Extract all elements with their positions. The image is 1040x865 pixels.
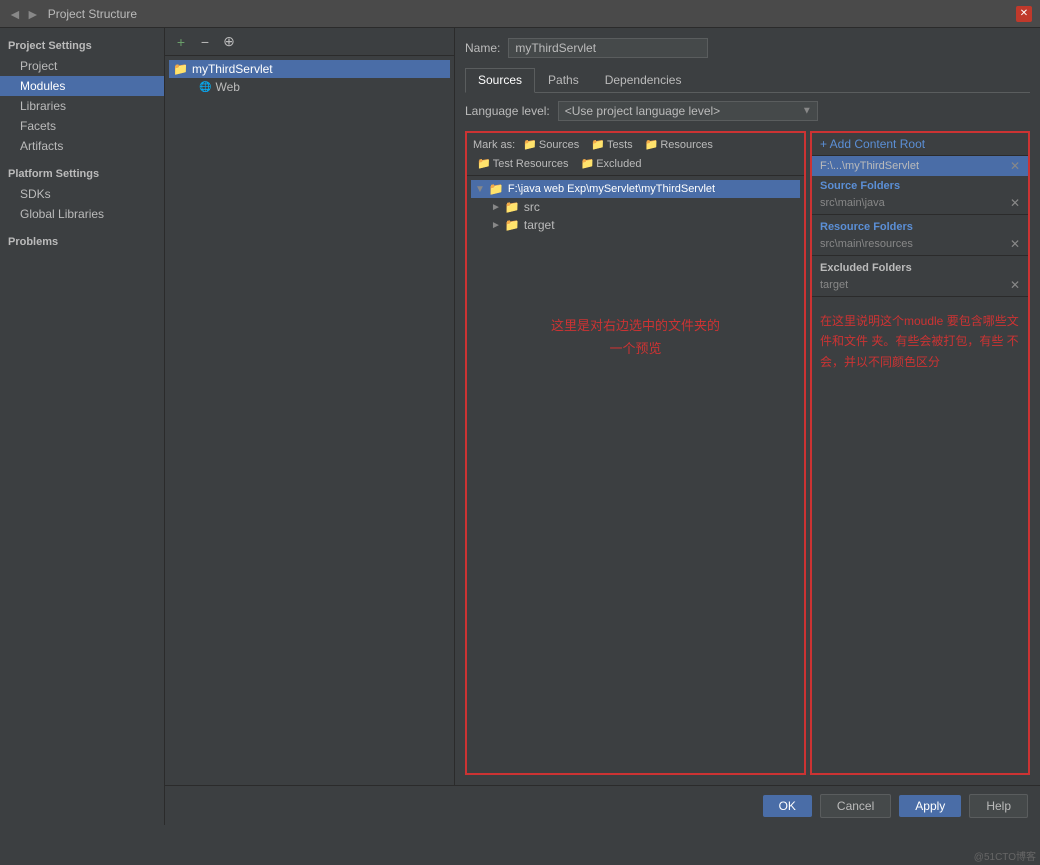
sidebar-item-facets[interactable]: Facets [0, 116, 164, 136]
forward-arrow[interactable]: ► [26, 6, 40, 22]
target-folder-icon: 📁 [505, 218, 520, 232]
mark-test-res-label: Test Resources [493, 158, 569, 170]
folder-src-row[interactable]: ► 📁 src [471, 198, 800, 216]
language-row: Language level: <Use project language le… [465, 101, 1030, 121]
mark-as-bar: Mark as: 📁 Sources 📁 Tests 📁 [467, 133, 804, 176]
sidebar-item-project[interactable]: Project [0, 56, 164, 76]
bottom-bar: OK Cancel Apply Help [165, 785, 1040, 825]
tests-folder-icon: 📁 [591, 138, 605, 151]
remove-module-button[interactable]: − [195, 32, 215, 52]
close-button[interactable]: ✕ [1016, 6, 1032, 22]
mark-resources-button[interactable]: 📁 Resources [641, 137, 717, 152]
window-title: Project Structure [48, 7, 1016, 21]
src-folder-label: src [524, 200, 540, 214]
module-folder-tree: 📁 myThirdServlet 🌐 Web [165, 56, 454, 785]
root-panel-header: + Add Content Root [812, 133, 1028, 156]
root-panel: + Add Content Root F:\...\myThirdServlet… [810, 131, 1030, 775]
web-icon: 🌐 [199, 82, 211, 93]
split-area: Mark as: 📁 Sources 📁 Tests 📁 [465, 131, 1030, 775]
folder-root-icon: 📁 [489, 182, 504, 196]
resource-folder-item: src\main\resources ✕ [812, 235, 1028, 253]
sidebar-item-sdks[interactable]: SDKs [0, 184, 164, 204]
sidebar-problems-title[interactable]: Problems [0, 232, 164, 252]
tab-paths[interactable]: Paths [535, 68, 592, 92]
tabs-row: Sources Paths Dependencies [465, 68, 1030, 93]
source-folder-item: src\main\java ✕ [812, 194, 1028, 212]
sidebar-item-global-libraries[interactable]: Global Libraries [0, 204, 164, 224]
mark-excluded-label: Excluded [596, 158, 641, 170]
target-expand-arrow: ► [491, 220, 501, 231]
tab-sources[interactable]: Sources [465, 68, 535, 93]
back-arrow[interactable]: ◄ [8, 6, 22, 22]
folder-root-path: F:\java web Exp\myServlet\myThirdServlet [508, 183, 715, 195]
module-root-label: myThirdServlet [192, 62, 273, 76]
mark-tests-label: Tests [607, 139, 633, 151]
module-web-item[interactable]: 🌐 Web [169, 78, 450, 96]
resource-folder-close-button[interactable]: ✕ [1010, 237, 1020, 251]
root-path-row: F:\...\myThirdServlet ✕ [812, 156, 1028, 176]
target-folder-label: target [524, 218, 555, 232]
right-panel: Name: Sources Paths Dependencies Languag… [455, 28, 1040, 785]
cancel-button[interactable]: Cancel [820, 794, 891, 818]
tab-dependencies[interactable]: Dependencies [592, 68, 695, 92]
module-root-item[interactable]: 📁 myThirdServlet [169, 60, 450, 78]
test-res-folder-icon: 📁 [477, 157, 491, 170]
resources-folder-icon: 📁 [645, 138, 659, 151]
sidebar-item-modules[interactable]: Modules [0, 76, 164, 96]
sidebar-platform-settings-title[interactable]: Platform Settings [0, 164, 164, 184]
src-expand-arrow: ► [491, 202, 501, 213]
source-folder-path: src\main\java [820, 197, 885, 209]
source-folders-header: Source Folders [812, 176, 1028, 194]
ok-button[interactable]: OK [763, 795, 812, 817]
name-input[interactable] [508, 38, 708, 58]
folder-annotation: 这里是对右边选中的文件夹的一个预览 [471, 294, 800, 381]
module-tree: + − ⊕ 📁 myThirdServlet 🌐 Web [165, 28, 455, 785]
sources-folder-icon: 📁 [523, 138, 537, 151]
mark-resources-label: Resources [660, 139, 713, 151]
mark-sources-label: Sources [539, 139, 579, 151]
add-content-root-button[interactable]: + Add Content Root [820, 137, 1020, 151]
source-folder-close-button[interactable]: ✕ [1010, 196, 1020, 210]
mark-test-resources-button[interactable]: 📁 Test Resources [473, 156, 573, 171]
mark-sources-button[interactable]: 📁 Sources [519, 137, 583, 152]
mark-as-label: Mark as: [473, 139, 515, 151]
mark-excluded-button[interactable]: 📁 Excluded [577, 156, 646, 171]
root-path-text: F:\...\myThirdServlet [820, 160, 919, 172]
sidebar-item-artifacts[interactable]: Artifacts [0, 136, 164, 156]
module-tree-toolbar: + − ⊕ [165, 28, 454, 56]
resource-folders-header: Resource Folders [812, 217, 1028, 235]
language-select[interactable]: <Use project language level> [558, 101, 818, 121]
help-button[interactable]: Help [969, 794, 1028, 818]
module-web-label: Web [215, 80, 239, 94]
mark-tests-button[interactable]: 📁 Tests [587, 137, 636, 152]
excluded-folder-item: target ✕ [812, 276, 1028, 294]
src-folder-icon: 📁 [505, 200, 520, 214]
language-label: Language level: [465, 104, 550, 118]
excluded-folder-path: target [820, 279, 848, 291]
folder-target-row[interactable]: ► 📁 target [471, 216, 800, 234]
sidebar: Project Settings Project Modules Librari… [0, 28, 165, 825]
root-panel-annotation: 在这里说明这个moudle 要包含哪些文件和文件 夹。有些会被打包，有些 不会，… [812, 299, 1028, 384]
root-close-button[interactable]: ✕ [1010, 159, 1020, 173]
add-module-button[interactable]: + [171, 32, 191, 52]
folder-tree-content: ▼ 📁 F:\java web Exp\myServlet\myThirdSer… [467, 176, 804, 773]
apply-button[interactable]: Apply [899, 795, 961, 817]
excluded-folder-close-button[interactable]: ✕ [1010, 278, 1020, 292]
copy-module-button[interactable]: ⊕ [219, 32, 239, 52]
sidebar-project-settings-title[interactable]: Project Settings [0, 36, 164, 56]
watermark: @51CTO博客 [974, 848, 1036, 863]
resource-folder-path: src\main\resources [820, 238, 913, 250]
name-row: Name: [465, 38, 1030, 58]
excluded-folder-icon: 📁 [581, 157, 595, 170]
folder-icon: 📁 [173, 62, 188, 76]
sidebar-item-libraries[interactable]: Libraries [0, 96, 164, 116]
name-label: Name: [465, 41, 500, 55]
title-bar: ◄ ► Project Structure ✕ [0, 0, 1040, 28]
folder-root-row[interactable]: ▼ 📁 F:\java web Exp\myServlet\myThirdSer… [471, 180, 800, 198]
language-select-wrapper[interactable]: <Use project language level> ▼ [558, 101, 818, 121]
excluded-folders-header: Excluded Folders [812, 258, 1028, 276]
folder-root-expand-icon: ▼ [475, 184, 485, 195]
folder-panel: Mark as: 📁 Sources 📁 Tests 📁 [465, 131, 806, 775]
